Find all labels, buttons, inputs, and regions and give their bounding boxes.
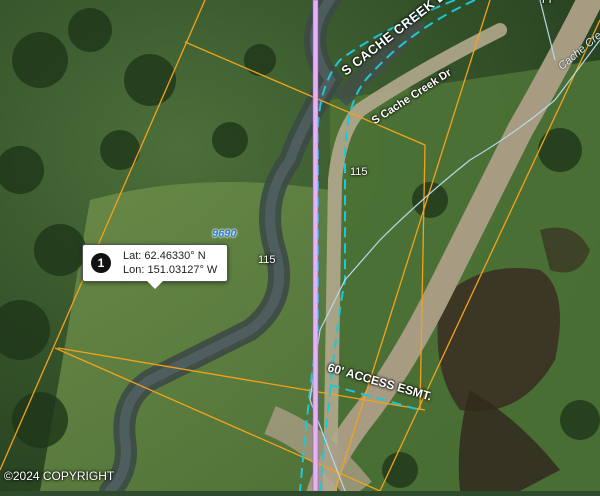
coordinate-popup[interactable]: 1 Lat: 62.46330° N Lon: 151.03127° W — [82, 244, 228, 289]
parcel-number-label: 9690 — [212, 228, 237, 240]
coordinates-readout: Lat: 62.46330° N Lon: 151.03127° W — [123, 249, 217, 277]
popup-pointer — [147, 281, 163, 289]
location-marker-icon[interactable]: 1 — [91, 253, 111, 273]
longitude-text: Lon: 151.03127° W — [123, 264, 218, 276]
copyright-notice: ©2024 COPYRIGHT — [4, 469, 115, 483]
route-number-label: 115 — [350, 166, 368, 178]
route-number-label: 115 — [258, 254, 276, 266]
latitude-text: Lat: 62.46330° N — [123, 250, 206, 262]
road-number-corner: TT — [540, 0, 554, 6]
